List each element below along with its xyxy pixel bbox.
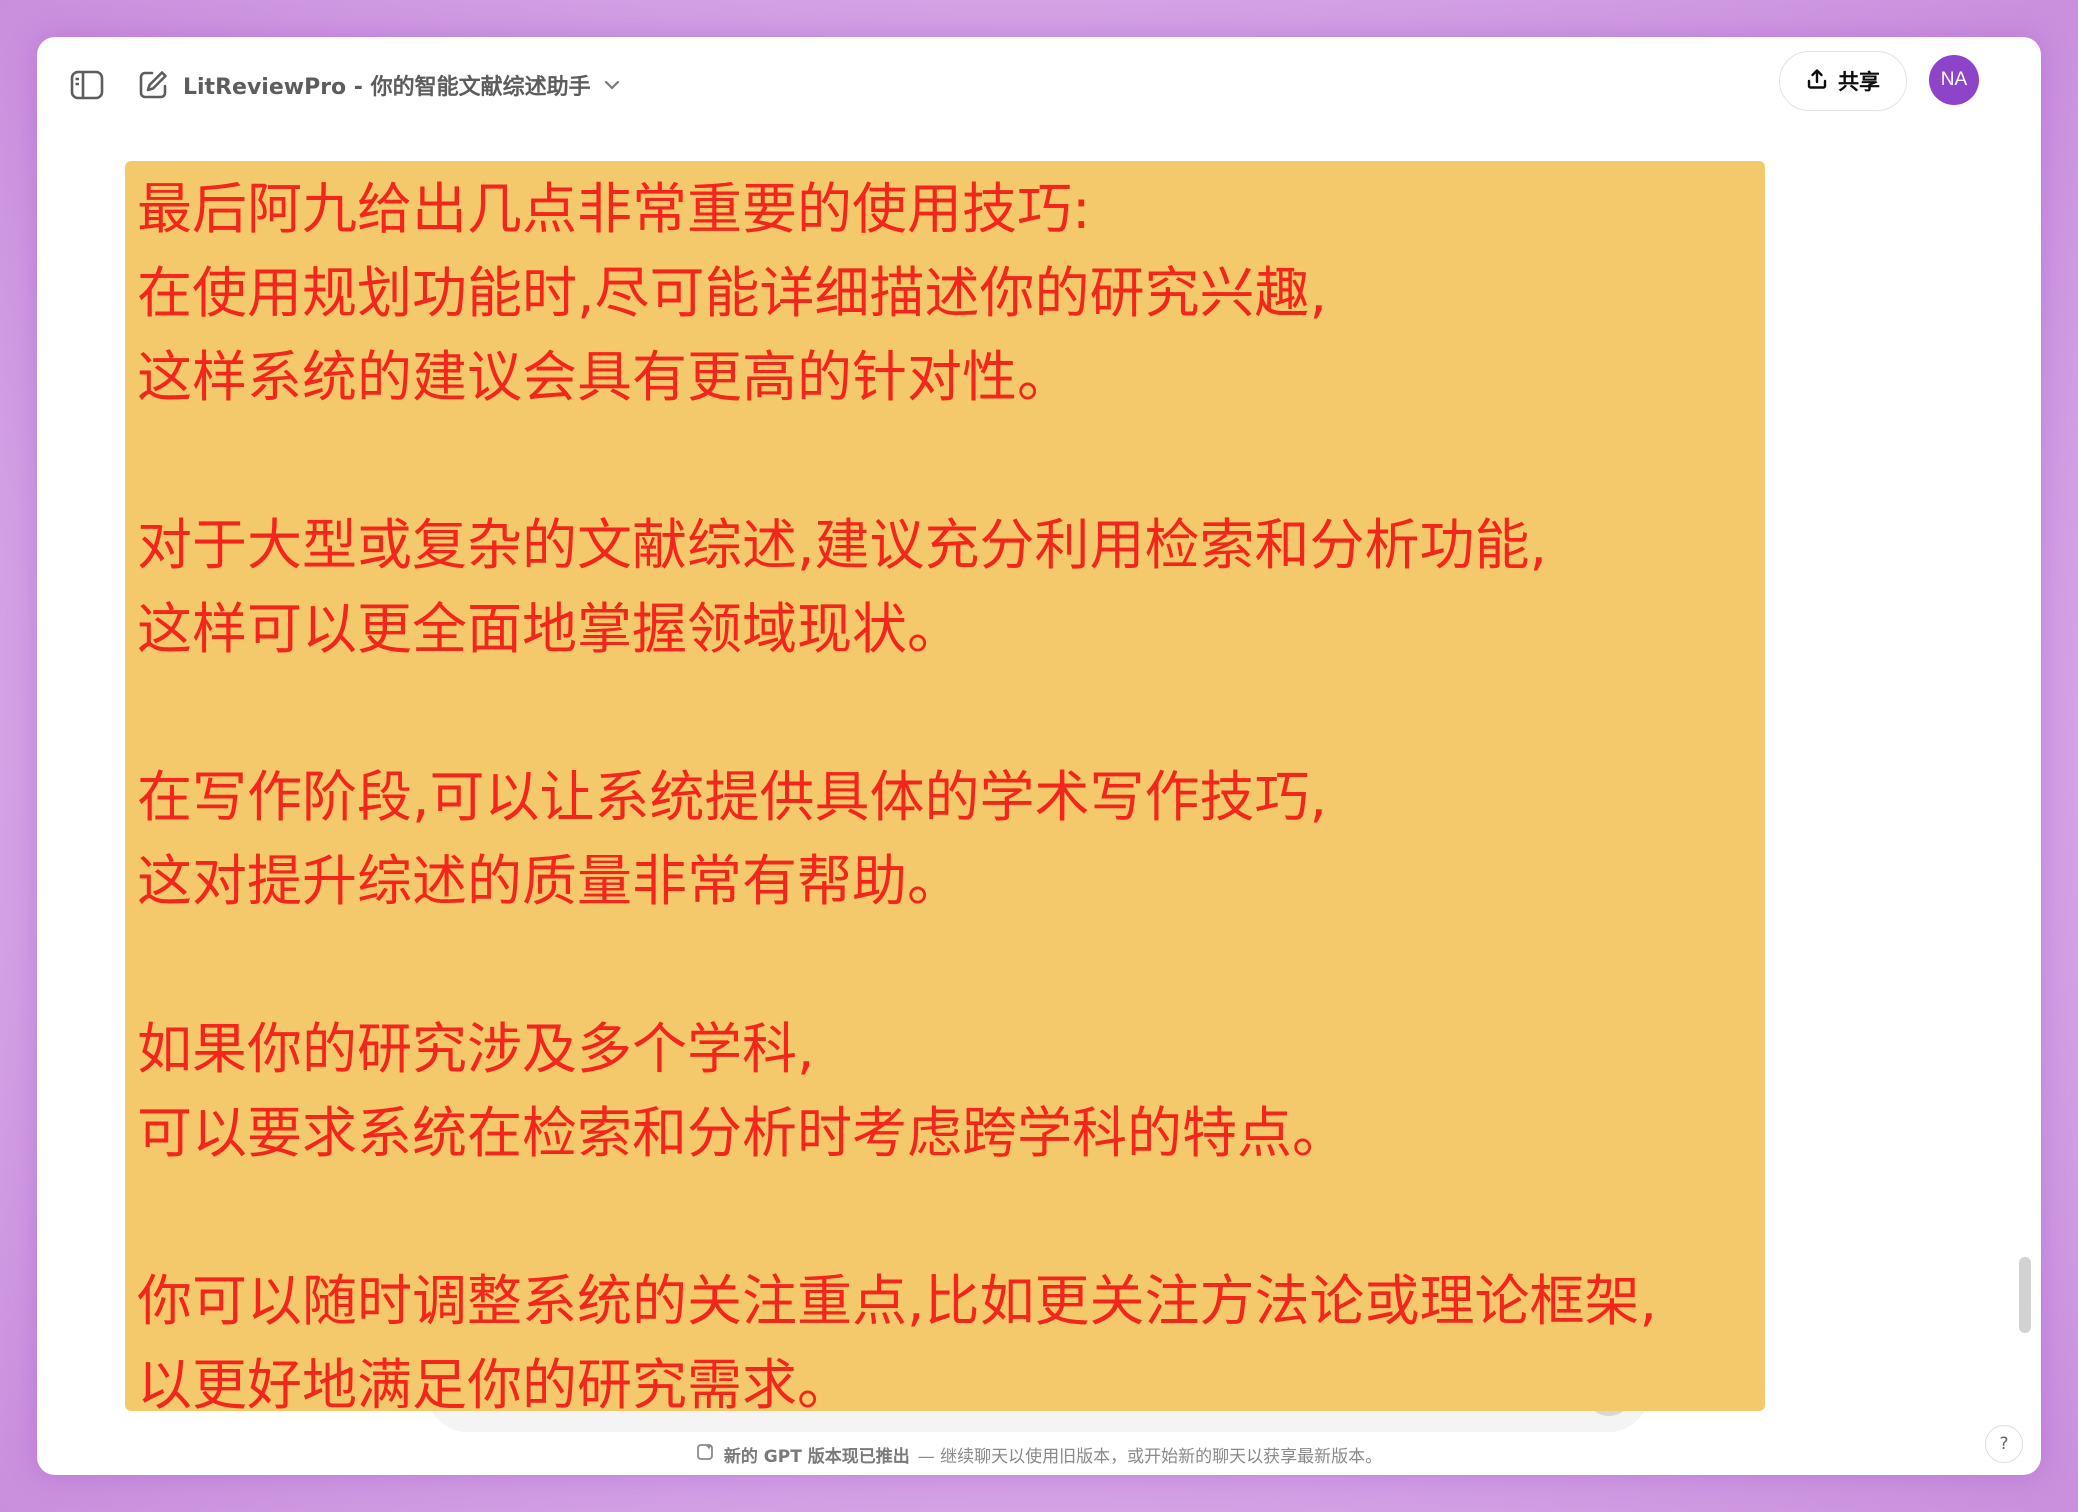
overlay-line: 这样可以更全面地掌握领域现状。 <box>137 597 963 661</box>
overlay-line: 这样系统的建议会具有更高的针对性。 <box>137 345 1073 409</box>
gpt-title-dropdown[interactable]: LitReviewPro - 你的智能文献综述助手 <box>183 67 621 103</box>
share-button[interactable]: 共享 <box>1779 51 1907 111</box>
overlay-line: 在写作阶段,可以让系统提供具体的学术写作技巧, <box>137 765 1327 829</box>
overlay-line: 如果你的研究涉及多个学科, <box>137 1017 815 1081</box>
highlight-overlay: 最后阿九给出几点非常重要的使用技巧: 在使用规划功能时,尽可能详细描述你的研究兴… <box>125 161 1765 1411</box>
overlay-blank-line <box>137 1175 1765 1259</box>
help-button[interactable]: ? <box>1985 1425 2023 1463</box>
top-bar: LitReviewPro - 你的智能文献综述助手 共享 NA <box>37 37 2041 127</box>
sidebar-toggle-icon[interactable] <box>67 65 107 105</box>
share-icon <box>1806 68 1828 95</box>
avatar[interactable]: NA <box>1929 55 1979 105</box>
overlay-line: 最后阿九给出几点非常重要的使用技巧: <box>137 177 1091 241</box>
version-notice: 新的 GPT 版本现已推出 — 继续聊天以使用旧版本，或开始新的聊天以获享最新版… <box>37 1437 2041 1471</box>
overlay-line: 这对提升综述的质量非常有帮助。 <box>137 849 963 913</box>
notice-icon <box>696 1442 716 1467</box>
share-label: 共享 <box>1838 70 1880 94</box>
notice-text: — 继续聊天以使用旧版本，或开始新的聊天以获享最新版本。 <box>917 1446 1383 1467</box>
overlay-line: 可以要求系统在检索和分析时考虑跨学科的特点。 <box>137 1101 1348 1165</box>
chevron-down-icon <box>603 76 621 95</box>
overlay-line: 以更好地满足你的研究需求。 <box>137 1353 853 1411</box>
overlay-blank-line <box>137 671 1765 755</box>
scrollbar[interactable] <box>2019 1257 2031 1333</box>
overlay-line: 在使用规划功能时,尽可能详细描述你的研究兴趣, <box>137 261 1327 325</box>
new-chat-icon[interactable] <box>133 65 173 105</box>
chat-window: LitReviewPro - 你的智能文献综述助手 共享 NA 给“LitRev… <box>37 37 2041 1475</box>
overlay-blank-line <box>137 419 1765 503</box>
notice-bold: 新的 GPT 版本现已推出 <box>723 1446 910 1467</box>
overlay-line: 对于大型或复杂的文献综述,建议充分利用检索和分析功能, <box>137 513 1547 577</box>
overlay-line: 你可以随时调整系统的关注重点,比如更关注方法论或理论框架, <box>137 1269 1657 1333</box>
overlay-blank-line <box>137 923 1765 1007</box>
gpt-title: LitReviewPro - 你的智能文献综述助手 <box>183 75 591 100</box>
